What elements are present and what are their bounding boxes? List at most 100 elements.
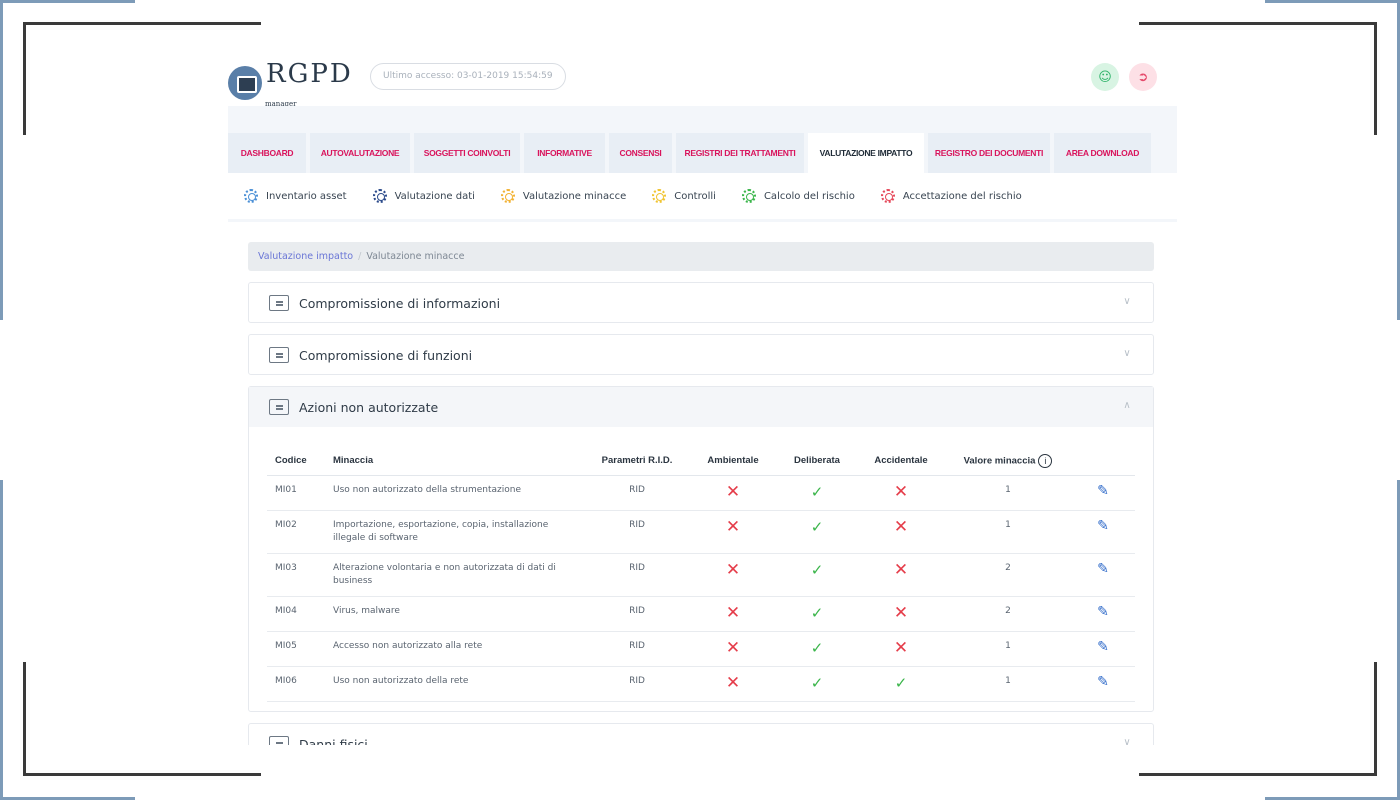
cross-icon: ✕	[893, 602, 909, 623]
table-row: MI03 Alterazione volontaria e non autoriz…	[267, 553, 1135, 597]
breadcrumb-link[interactable]: Valutazione impatto	[258, 251, 353, 262]
tab-valutazione-impatto[interactable]: VALUTAZIONE IMPATTO	[808, 133, 924, 173]
user-icon: ☺	[1098, 69, 1112, 85]
cell-deliberata: ✓	[777, 666, 857, 702]
cell-codice: MI01	[267, 475, 325, 511]
bracket-top-right-h	[1139, 22, 1377, 25]
subnav-valutazione-dati[interactable]: Valutazione dati	[372, 189, 475, 203]
cell-valore: 1	[945, 631, 1071, 667]
edit-icon[interactable]: ✎	[1097, 561, 1109, 577]
cell-deliberata: ✓	[777, 510, 857, 554]
table-row: MI02 Importazione, esportazione, copia, i…	[267, 510, 1135, 554]
user-profile-button[interactable]: ☺	[1091, 63, 1119, 91]
cell-ambientale: ✕	[689, 596, 777, 632]
subnav-valutazione-minacce[interactable]: Valutazione minacce	[500, 189, 627, 203]
cross-icon: ✕	[725, 559, 741, 580]
subnav-label: Controlli	[674, 190, 716, 202]
threats-table: Codice Minaccia Parametri R.I.D. Ambient…	[267, 447, 1135, 702]
check-icon: ✓	[810, 482, 824, 501]
col-actions	[1071, 447, 1135, 476]
cell-ambientale: ✕	[689, 666, 777, 702]
col-valore: Valore minaccia i	[945, 447, 1071, 476]
panel-title: Danni fisici	[299, 736, 368, 746]
tab-registro-dei-documenti[interactable]: REGISTRO DEI DOCUMENTI	[928, 133, 1050, 173]
subnav-inventario-asset[interactable]: Inventario asset	[244, 189, 347, 203]
tab-autovalutazione[interactable]: AUTOVALUTAZIONE	[310, 133, 410, 173]
col-parametri: Parametri R.I.D.	[585, 447, 689, 476]
accordion-header[interactable]: Danni fisici ∨	[249, 724, 1153, 745]
breadcrumb: Valutazione impatto / Valutazione minacc…	[248, 242, 1154, 271]
cell-accidentale: ✕	[857, 475, 945, 511]
bracket-top-right-v	[1374, 22, 1377, 135]
cell-deliberata: ✓	[777, 475, 857, 511]
bracket-bottom-left-h	[23, 773, 261, 776]
col-valore-label: Valore minaccia	[963, 455, 1036, 467]
main-tabs: DASHBOARD AUTOVALUTAZIONE SOGGETTI COINV…	[228, 133, 1151, 173]
logo-icon	[228, 66, 262, 100]
subnav-label: Valutazione dati	[394, 190, 475, 202]
bracket-bottom-left-v	[23, 662, 26, 776]
cell-valore: 1	[945, 475, 1071, 511]
gear-icon	[244, 189, 258, 203]
bracket-top-left-v	[23, 22, 26, 135]
tab-consensi[interactable]: CONSENSI	[609, 133, 672, 173]
check-icon: ✓	[810, 517, 824, 536]
cross-icon: ✕	[893, 637, 909, 658]
cross-icon: ✕	[725, 602, 741, 623]
cross-icon: ✕	[893, 559, 909, 580]
cell-actions: ✎	[1071, 475, 1135, 511]
cell-ambientale: ✕	[689, 475, 777, 511]
edit-icon[interactable]: ✎	[1097, 518, 1109, 534]
accordion-header[interactable]: Azioni non autorizzate ∧	[249, 387, 1153, 427]
cross-icon: ✕	[725, 672, 741, 693]
subnav-label: Valutazione minacce	[522, 190, 627, 202]
cell-actions: ✎	[1071, 596, 1135, 632]
frame-edge-top-left	[0, 0, 135, 3]
col-accidentale: Accidentale	[857, 447, 945, 476]
table-row: MI06 Uso non autorizzato della rete RID ✕ ✓ ✓…	[267, 666, 1135, 702]
subnav-accettazione-del-rischio[interactable]: Accettazione del rischio	[880, 189, 1022, 203]
info-icon[interactable]: i	[1038, 453, 1053, 468]
frame-edge-left-bottom	[0, 480, 3, 800]
tab-soggetti-coinvolti[interactable]: SOGGETTI COINVOLTI	[414, 133, 520, 173]
accordion-header[interactable]: Compromissione di informazioni ∨	[249, 283, 1153, 323]
folder-icon	[269, 347, 289, 363]
col-deliberata: Deliberata	[777, 447, 857, 476]
cell-deliberata: ✓	[777, 631, 857, 667]
table-row: MI01 Uso non autorizzato della strumentaz…	[267, 475, 1135, 511]
subnav-controlli[interactable]: Controlli	[652, 189, 716, 203]
tab-registri-dei-trattamenti[interactable]: REGISTRI DEI TRATTAMENTI	[676, 133, 804, 173]
logo[interactable]: RGPD manager	[228, 60, 353, 108]
cell-parametri: RID	[585, 596, 689, 632]
folder-icon	[269, 736, 289, 745]
check-icon: ✓	[810, 638, 824, 657]
cross-icon: ✕	[725, 637, 741, 658]
subnav-calcolo-del-rischio[interactable]: Calcolo del rischio	[741, 189, 855, 203]
cell-accidentale: ✕	[857, 596, 945, 632]
edit-icon[interactable]: ✎	[1097, 674, 1109, 690]
accordion-header[interactable]: Compromissione di funzioni ∨	[249, 335, 1153, 375]
gear-icon	[880, 189, 895, 203]
check-icon: ✓	[894, 673, 908, 692]
cell-parametri: RID	[585, 475, 689, 511]
cell-codice: MI03	[267, 553, 325, 597]
table-header-row: Codice Minaccia Parametri R.I.D. Ambient…	[267, 447, 1135, 476]
edit-icon[interactable]: ✎	[1097, 639, 1109, 655]
tab-informative[interactable]: INFORMATIVE	[524, 133, 605, 173]
subnav-label: Calcolo del rischio	[763, 190, 855, 202]
cell-minaccia: Alterazione volontaria e non autorizzata…	[325, 553, 585, 597]
tab-area-download[interactable]: AREA DOWNLOAD	[1054, 133, 1151, 173]
sub-navigation: Inventario asset Valutazione dati Valuta…	[228, 173, 1177, 219]
edit-icon[interactable]: ✎	[1097, 604, 1109, 620]
check-icon: ✓	[810, 673, 824, 692]
edit-icon[interactable]: ✎	[1097, 483, 1109, 499]
accordion-panel: Compromissione di informazioni ∨	[248, 282, 1154, 323]
cell-actions: ✎	[1071, 553, 1135, 597]
cell-accidentale: ✕	[857, 510, 945, 554]
cell-minaccia: Uso non autorizzato della rete	[325, 666, 585, 702]
frame-edge-left-top	[0, 0, 3, 320]
tab-dashboard[interactable]: DASHBOARD	[228, 133, 306, 173]
subnav-label: Inventario asset	[266, 190, 347, 202]
logout-button[interactable]: ➲	[1129, 63, 1157, 91]
gear-icon	[500, 189, 515, 203]
